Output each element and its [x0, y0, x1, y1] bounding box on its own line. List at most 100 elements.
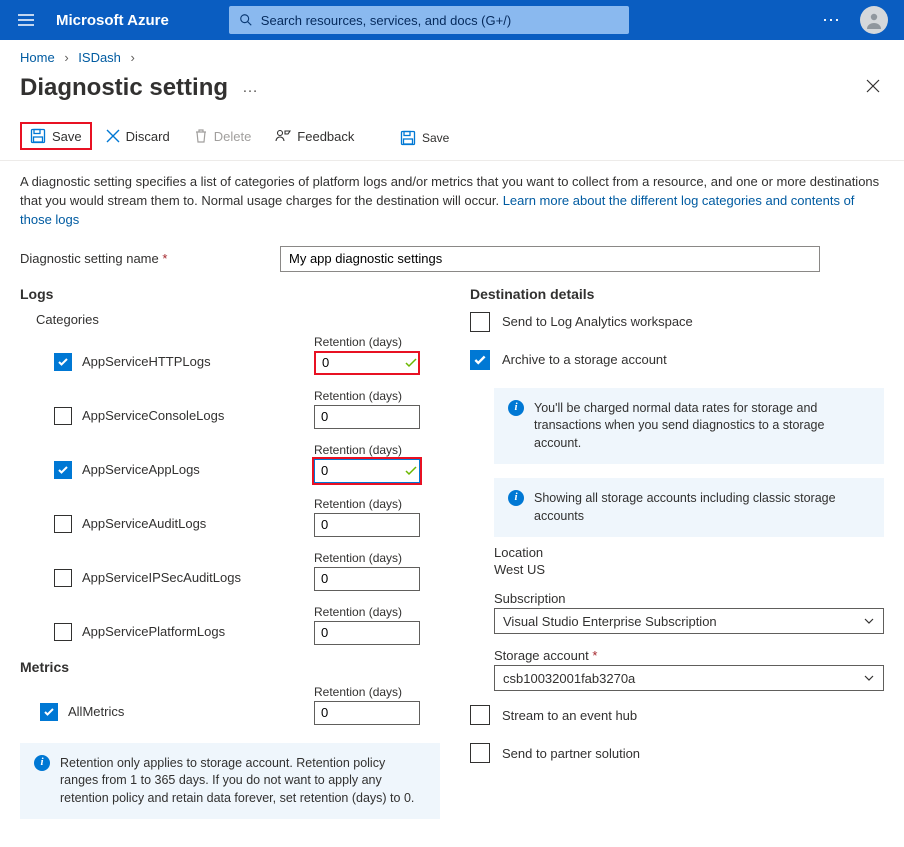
storage-block: Storage account * csb10032001fab3270a [494, 648, 884, 691]
retention-input[interactable] [314, 621, 420, 645]
metrics-label: AllMetrics [68, 704, 124, 719]
archive-info-box: i You'll be charged normal data rates fo… [494, 388, 884, 465]
user-avatar[interactable] [860, 6, 888, 34]
location-label: Location [494, 545, 884, 560]
subscription-label: Subscription [494, 591, 884, 606]
category-checkbox[interactable] [54, 407, 72, 425]
dest-partner-row: Send to partner solution [470, 743, 884, 763]
category-row: AppServiceAuditLogsRetention (days) [54, 497, 440, 541]
dest-archive-row: Archive to a storage account [470, 350, 884, 370]
checkmark-icon [473, 353, 487, 367]
eventhub-checkbox[interactable] [470, 705, 490, 725]
log-analytics-label: Send to Log Analytics workspace [502, 314, 693, 329]
setting-name-row: Diagnostic setting name * [0, 240, 904, 286]
breadcrumb: Home › ISDash › [0, 40, 904, 71]
hamburger-menu-icon[interactable] [16, 10, 36, 30]
retention-label: Retention (days) [314, 685, 424, 699]
retention-label: Retention (days) [314, 605, 424, 619]
delete-icon [194, 128, 208, 144]
delete-button: Delete [184, 122, 262, 150]
subscription-block: Subscription Visual Studio Enterprise Su… [494, 591, 884, 634]
retention-input[interactable] [314, 405, 420, 429]
eventhub-label: Stream to an event hub [502, 708, 637, 723]
breadcrumb-separator: › [64, 50, 68, 65]
command-bar: Save Discard Delete Feedback [0, 114, 904, 161]
checkmark-icon [57, 464, 69, 476]
chevron-down-icon [863, 615, 875, 627]
feedback-button[interactable]: Feedback [265, 122, 364, 150]
setting-name-label: Diagnostic setting name * [20, 251, 260, 266]
subscription-value: Visual Studio Enterprise Subscription [503, 614, 717, 629]
title-more-icon[interactable]: … [242, 79, 259, 97]
archive-checkbox[interactable] [470, 350, 490, 370]
breadcrumb-item[interactable]: ISDash [78, 50, 121, 65]
retention-label: Retention (days) [314, 551, 424, 565]
person-icon [864, 10, 884, 30]
category-checkbox[interactable] [54, 515, 72, 533]
discard-icon [106, 129, 120, 143]
location-block: Location West US [494, 545, 884, 577]
dest-log-analytics-row: Send to Log Analytics workspace [470, 312, 884, 332]
storage-value: csb10032001fab3270a [503, 671, 635, 686]
archive-info-text: You'll be charged normal data rates for … [534, 400, 870, 453]
category-row: AppServiceHTTPLogsRetention (days) [54, 335, 440, 379]
validation-check-icon [404, 464, 418, 481]
chevron-down-icon [863, 672, 875, 684]
retention-label: Retention (days) [314, 335, 424, 349]
delete-label: Delete [214, 129, 252, 144]
info-icon: i [508, 490, 524, 506]
subscription-select[interactable]: Visual Studio Enterprise Subscription [494, 608, 884, 634]
category-label: AppServiceConsoleLogs [82, 408, 224, 423]
partner-label: Send to partner solution [502, 746, 640, 761]
topbar: Microsoft Azure Search resources, servic… [0, 0, 904, 40]
logs-header: Logs [20, 286, 440, 302]
categories-header: Categories [36, 312, 440, 327]
page-title: Diagnostic setting [20, 74, 228, 102]
category-row: AppServiceConsoleLogsRetention (days) [54, 389, 440, 433]
category-row: AppServicePlatformLogs Retention (days) [54, 605, 440, 649]
category-checkbox[interactable] [54, 461, 72, 479]
close-icon [866, 79, 880, 93]
breadcrumb-home[interactable]: Home [20, 50, 55, 65]
more-menu-icon[interactable]: ⋯ [822, 10, 842, 31]
category-checkbox[interactable] [54, 569, 72, 587]
metrics-row: AllMetrics Retention (days) [40, 685, 440, 729]
partner-checkbox[interactable] [470, 743, 490, 763]
save-icon [30, 128, 46, 144]
brand-label: Microsoft Azure [56, 12, 169, 29]
category-checkbox[interactable] [54, 353, 72, 371]
retention-label: Retention (days) [314, 497, 424, 511]
setting-name-input[interactable] [280, 246, 820, 272]
discard-label: Discard [126, 129, 170, 144]
checkmark-icon [57, 356, 69, 368]
title-row: Diagnostic setting … [0, 71, 904, 114]
log-analytics-checkbox[interactable] [470, 312, 490, 332]
category-row: AppServiceIPSecAuditLogsRetention (days) [54, 551, 440, 595]
search-icon [239, 13, 253, 27]
metrics-checkbox[interactable] [40, 703, 58, 721]
global-search-input[interactable]: Search resources, services, and docs (G+… [229, 6, 629, 34]
category-row: AppServiceAppLogs Retention (days) [54, 443, 440, 487]
dest-eventhub-row: Stream to an event hub [470, 705, 884, 725]
destination-column: Destination details Send to Log Analytic… [470, 286, 884, 828]
close-button[interactable] [862, 73, 884, 102]
info-icon: i [34, 755, 50, 771]
discard-button[interactable]: Discard [96, 123, 180, 150]
info-icon: i [508, 400, 524, 416]
retention-label: Retention (days) [314, 443, 424, 457]
save-icon [400, 130, 416, 146]
breadcrumb-separator: › [131, 50, 135, 65]
retention-input[interactable] [314, 567, 420, 591]
save-hint: Save [400, 130, 449, 146]
category-label: AppServicePlatformLogs [82, 624, 225, 639]
retention-info-text: Retention only applies to storage accoun… [60, 755, 426, 808]
storage-select[interactable]: csb10032001fab3270a [494, 665, 884, 691]
logs-column: Logs Categories AppServiceHTTPLogsRetent… [20, 286, 440, 828]
showing-info-text: Showing all storage accounts including c… [534, 490, 870, 525]
category-label: AppServiceAppLogs [82, 462, 200, 477]
location-value: West US [494, 562, 545, 577]
retention-input[interactable] [314, 513, 420, 537]
category-checkbox[interactable] [54, 623, 72, 641]
save-button[interactable]: Save [20, 122, 92, 150]
metrics-retention-input[interactable] [314, 701, 420, 725]
